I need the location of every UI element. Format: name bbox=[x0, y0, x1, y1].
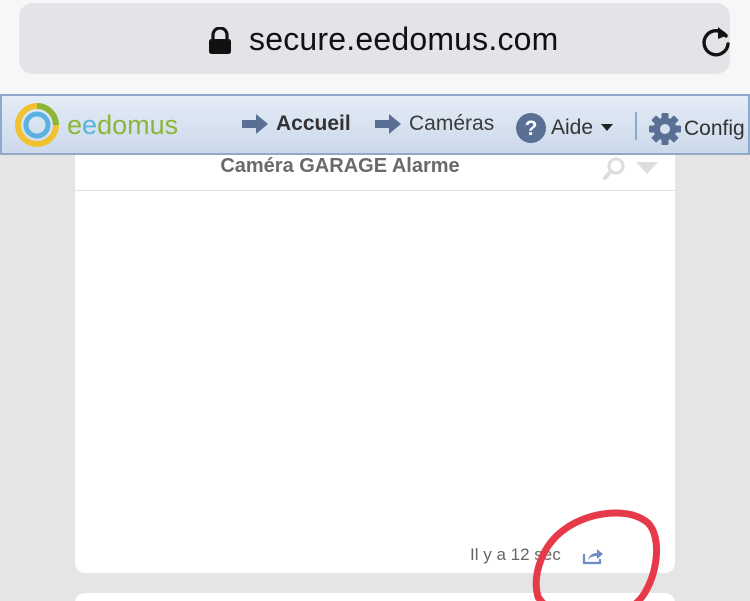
reload-icon[interactable] bbox=[698, 24, 734, 60]
gear-icon bbox=[649, 113, 681, 145]
nav-label: Config bbox=[684, 117, 745, 140]
eedomus-logo-icon bbox=[15, 103, 59, 147]
arrow-right-icon bbox=[242, 114, 268, 134]
url-bar[interactable]: secure.eedomus.com bbox=[19, 3, 730, 74]
nav-item-accueil[interactable]: Accueil bbox=[240, 112, 351, 136]
red-annotation-circle bbox=[532, 509, 661, 601]
nav-label: Accueil bbox=[276, 112, 351, 135]
caret-down-icon bbox=[601, 124, 614, 131]
app-navbar: eedomus Accueil Caméras ? Aide Config bbox=[0, 94, 750, 155]
nav-label: Aide bbox=[551, 116, 594, 139]
svg-text:?: ? bbox=[525, 117, 538, 140]
browser-chrome: secure.eedomus.com bbox=[0, 0, 750, 94]
lock-icon bbox=[209, 27, 231, 54]
nav-item-aide[interactable]: ? Aide bbox=[515, 112, 614, 144]
chevron-down-icon[interactable] bbox=[635, 161, 659, 175]
nav-divider bbox=[635, 112, 637, 140]
url-text[interactable]: secure.eedomus.com bbox=[249, 21, 559, 58]
arrow-right-icon bbox=[375, 114, 401, 134]
help-icon: ? bbox=[516, 113, 546, 143]
search-icon[interactable] bbox=[602, 157, 626, 181]
camera-title: Caméra GARAGE Alarme bbox=[220, 155, 460, 177]
logo-text: eedomus bbox=[67, 110, 179, 140]
nav-item-cameras[interactable]: Caméras bbox=[373, 112, 494, 136]
nav-label: Caméras bbox=[409, 112, 495, 135]
camera-card-header: Caméra GARAGE Alarme bbox=[75, 155, 675, 191]
nav-item-config[interactable]: Config bbox=[648, 112, 745, 146]
